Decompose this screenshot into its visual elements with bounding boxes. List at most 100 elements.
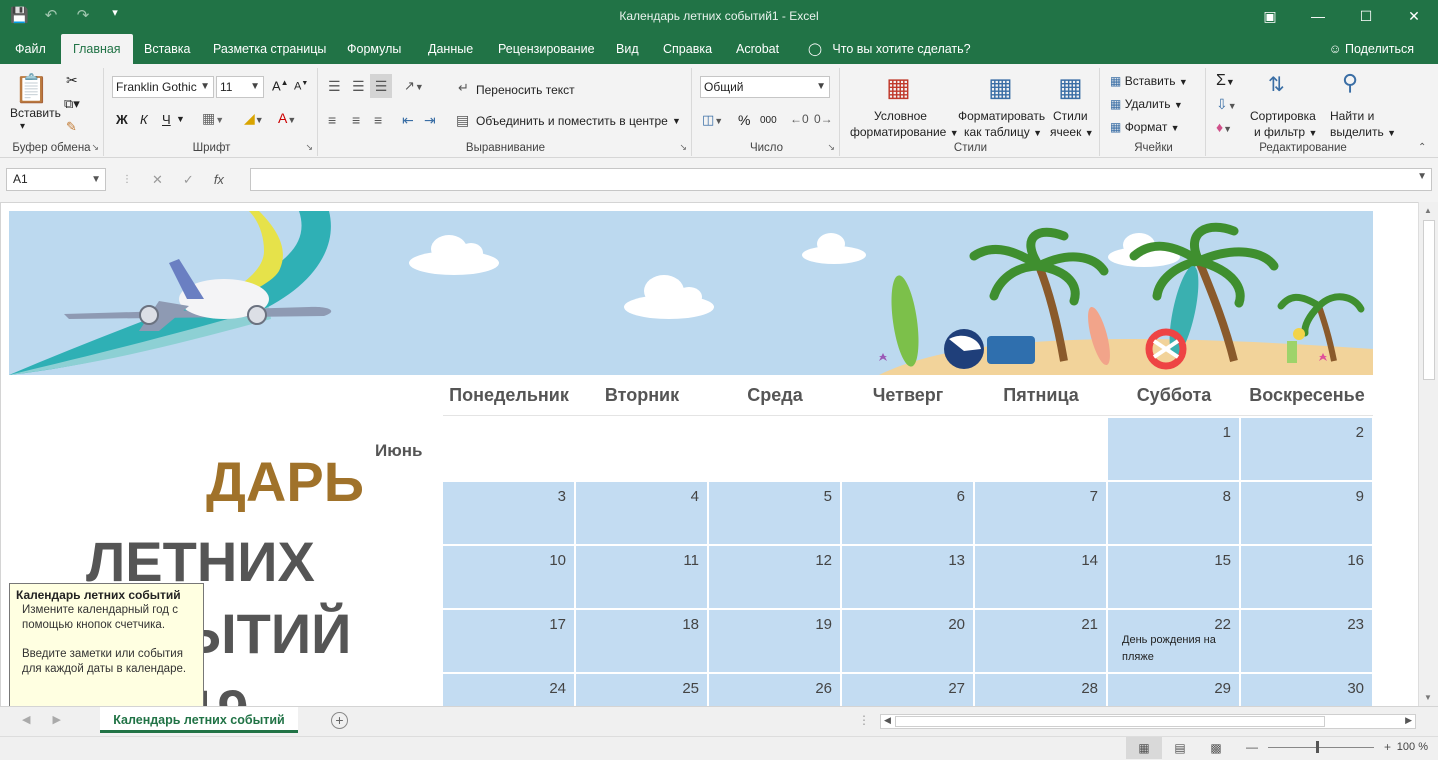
page-layout-view-icon[interactable]: ▤ <box>1162 737 1198 759</box>
underline-button[interactable]: Ч <box>162 112 171 127</box>
collapse-ribbon-icon[interactable]: ⌃ <box>1418 142 1426 153</box>
format-as-table-icon[interactable]: ▦ <box>988 72 1013 103</box>
zoom-in-icon[interactable]: + <box>1384 740 1391 754</box>
find-select-icon[interactable]: ⚲ <box>1342 70 1358 96</box>
day-cell[interactable]: 30 <box>1241 674 1372 706</box>
number-format-combo[interactable]: Общий ▼ <box>700 76 830 98</box>
align-bottom-icon[interactable]: ☰ <box>370 74 392 98</box>
percent-button[interactable]: % <box>738 112 750 128</box>
sort-filter-label-1[interactable]: Сортировка <box>1250 109 1316 123</box>
day-cell[interactable]: 21 <box>975 610 1106 672</box>
scroll-up-icon[interactable]: ▲ <box>1424 206 1432 215</box>
tab-page-layout[interactable]: Разметка страницы <box>213 34 326 64</box>
day-cell[interactable]: 12 <box>709 546 840 608</box>
decrease-indent-icon[interactable]: ⇤ <box>402 112 414 129</box>
day-cell[interactable]: 25 <box>576 674 707 706</box>
borders-icon[interactable]: ▦▼ <box>202 110 224 127</box>
underline-dropdown-icon[interactable]: ▼ <box>176 114 185 124</box>
format-painter-icon[interactable]: ✎ <box>66 119 77 135</box>
share-button[interactable]: ☺ Поделиться <box>1329 34 1414 64</box>
cell-styles-label-1[interactable]: Стили <box>1053 109 1088 123</box>
clear-icon[interactable]: ♦▼ <box>1216 119 1232 135</box>
zoom-slider-knob[interactable] <box>1316 740 1319 753</box>
fill-icon[interactable]: ⇩▼ <box>1216 96 1237 113</box>
font-launcher-icon[interactable]: ↘ <box>305 142 313 153</box>
cut-icon[interactable]: ✂ <box>66 72 78 89</box>
add-sheet-icon[interactable]: + <box>331 712 348 729</box>
vertical-scroll-thumb[interactable] <box>1423 220 1435 380</box>
wrap-text-icon[interactable]: ↵ <box>458 80 469 96</box>
day-cell[interactable]: 7 <box>975 482 1106 544</box>
vertical-scrollbar[interactable]: ▲ ▼ <box>1418 202 1438 706</box>
day-cell[interactable]: 28 <box>975 674 1106 706</box>
next-sheet-icon[interactable]: ▶ <box>52 713 60 726</box>
wrap-text-button[interactable]: Переносить текст <box>476 83 575 97</box>
paste-button[interactable]: Вставить <box>10 106 61 120</box>
day-cell[interactable]: 24 <box>443 674 574 706</box>
day-cell[interactable]: 9 <box>1241 482 1372 544</box>
conditional-format-button[interactable]: форматирование ▼ <box>850 125 959 139</box>
close-icon[interactable]: ✕ <box>1390 0 1438 32</box>
tell-me-box[interactable]: ◯ Что вы хотите сделать? <box>808 34 971 64</box>
day-cell[interactable]: 16 <box>1241 546 1372 608</box>
day-cell[interactable]: 3 <box>443 482 574 544</box>
maximize-icon[interactable]: ☐ <box>1342 0 1390 32</box>
day-cell[interactable]: 17 <box>443 610 574 672</box>
conditional-format-icon[interactable]: ▦ <box>886 72 911 103</box>
increase-font-icon[interactable]: A▲ <box>272 78 289 93</box>
format-as-table-button[interactable]: как таблицу ▼ <box>964 125 1042 139</box>
zoom-out-icon[interactable]: — <box>1246 740 1258 754</box>
scroll-left-icon[interactable]: ◀ <box>884 715 891 726</box>
decrease-decimal-icon[interactable]: 0→ <box>814 112 833 126</box>
worksheet-grid[interactable]: ДАРЬ ЛЕТНИХ СОБЫТИЙ 2019 Июнь Понедельни… <box>0 202 1418 706</box>
horizontal-scrollbar[interactable]: ◀ ▶ <box>880 714 1416 729</box>
number-launcher-icon[interactable]: ↘ <box>827 142 835 153</box>
day-cell[interactable]: 23 <box>1241 610 1372 672</box>
minimize-icon[interactable]: — <box>1294 0 1342 32</box>
font-name-combo[interactable]: Franklin Gothic ▼ <box>112 76 214 98</box>
day-cell[interactable]: 22 День рождения на пляже <box>1108 610 1239 672</box>
chevron-down-icon[interactable]: ▼ <box>1417 171 1427 182</box>
find-select-label-1[interactable]: Найти и <box>1330 109 1374 123</box>
find-select-button[interactable]: выделить ▼ <box>1330 125 1396 139</box>
clipboard-launcher-icon[interactable]: ↘ <box>91 142 99 153</box>
day-cell[interactable]: 19 <box>709 610 840 672</box>
font-color-icon[interactable]: A▼ <box>278 110 296 126</box>
day-cell[interactable]: 27 <box>842 674 973 706</box>
fill-color-icon[interactable]: ◢▼ <box>244 110 264 127</box>
bold-button[interactable]: Ж <box>116 112 128 127</box>
day-cell[interactable]: 5 <box>709 482 840 544</box>
increase-indent-icon[interactable]: ⇥ <box>424 112 436 129</box>
paste-icon[interactable]: 📋 <box>14 72 49 105</box>
align-left-icon[interactable]: ≡ <box>328 112 336 128</box>
tab-review[interactable]: Рецензирование <box>498 34 595 64</box>
sheet-tab-calendar[interactable]: Календарь летних событий <box>100 707 298 733</box>
decrease-font-icon[interactable]: A▼ <box>294 80 308 93</box>
currency-icon[interactable]: ◫▼ <box>702 112 723 128</box>
copy-icon[interactable]: ⧉▾ <box>64 96 80 112</box>
horizontal-scroll-thumb[interactable] <box>895 716 1325 727</box>
splitter-icon[interactable]: ⋮ <box>858 713 870 727</box>
insert-cells-button[interactable]: ▦ Вставить ▼ <box>1110 74 1188 88</box>
align-middle-icon[interactable]: ☰ <box>352 78 365 95</box>
tab-help[interactable]: Справка <box>663 34 712 64</box>
align-center-icon[interactable]: ≡ <box>352 112 360 128</box>
page-break-view-icon[interactable]: ▩ <box>1198 737 1234 759</box>
zoom-level[interactable]: 100 % <box>1397 741 1428 753</box>
thousands-button[interactable]: 000 <box>760 115 777 126</box>
sort-filter-button[interactable]: и фильтр ▼ <box>1254 125 1317 139</box>
day-cell[interactable]: 8 <box>1108 482 1239 544</box>
align-top-icon[interactable]: ☰ <box>328 78 341 95</box>
day-cell[interactable]: 6 <box>842 482 973 544</box>
tab-insert[interactable]: Вставка <box>144 34 190 64</box>
tab-formulas[interactable]: Формулы <box>347 34 401 64</box>
tab-view[interactable]: Вид <box>616 34 639 64</box>
cell-styles-button[interactable]: ячеек ▼ <box>1050 125 1094 139</box>
italic-button[interactable]: К <box>140 112 148 127</box>
tab-file[interactable]: Файл <box>15 34 46 64</box>
format-as-table-label-1[interactable]: Форматировать <box>958 109 1045 123</box>
day-cell[interactable]: 1 <box>1108 418 1239 480</box>
day-cell[interactable]: 10 <box>443 546 574 608</box>
insert-function-button[interactable]: fx <box>214 172 224 187</box>
name-box[interactable]: A1 ▼ <box>6 168 106 191</box>
